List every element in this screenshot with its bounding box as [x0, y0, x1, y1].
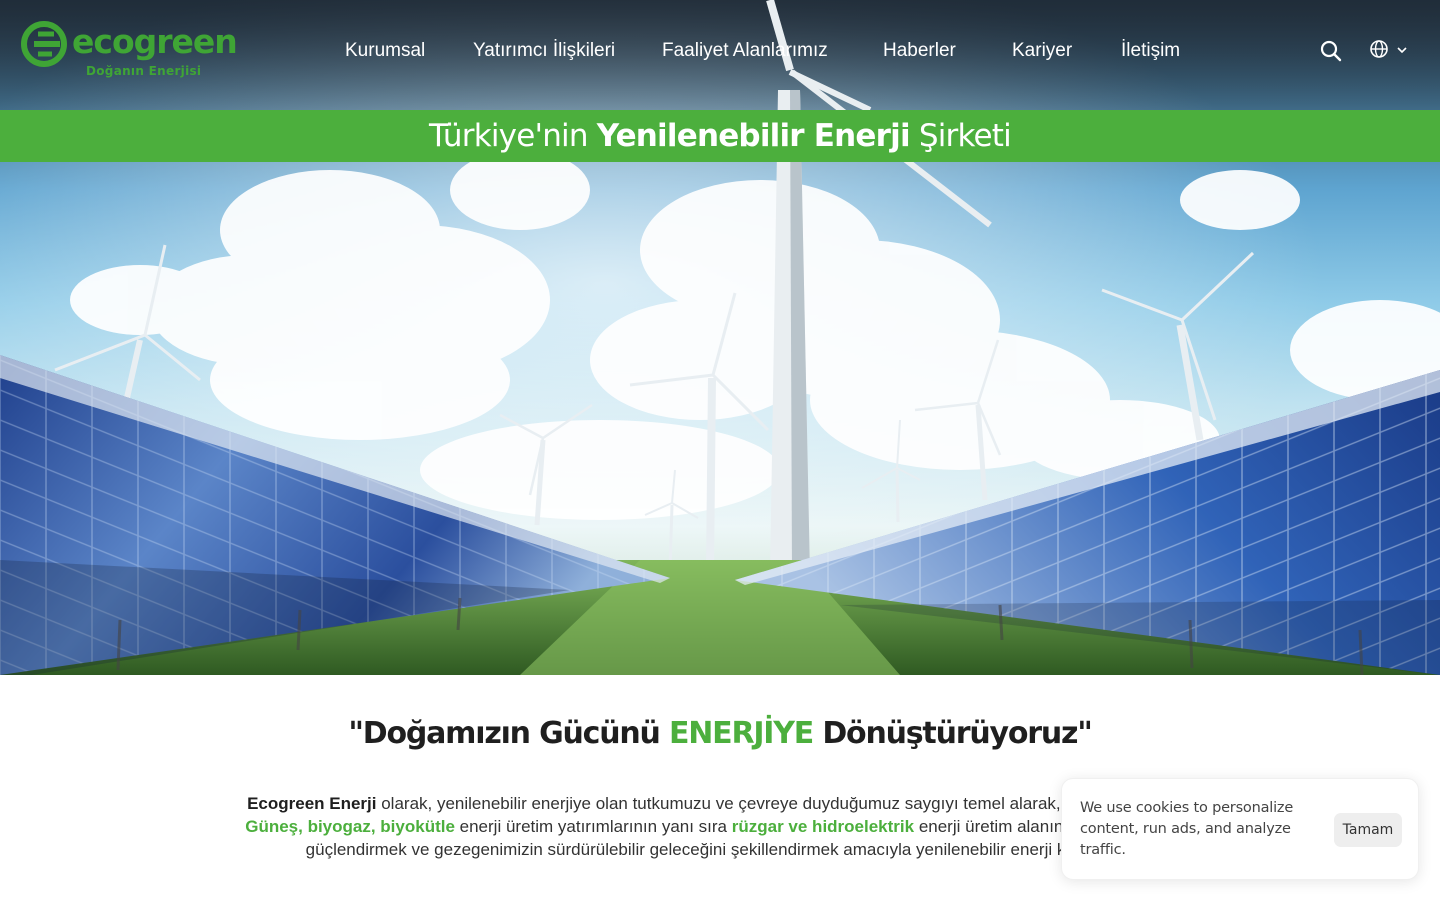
chevron-down-icon [1397, 47, 1407, 54]
banner-suffix: Şirketi [909, 118, 1012, 154]
globe-icon [1370, 40, 1388, 58]
search-icon [1320, 40, 1342, 62]
banner-heading: Türkiye'nin Yenilenebilir Enerji Şirketi [429, 118, 1012, 154]
banner-emphasis: Yenilenebilir Enerji [596, 118, 911, 154]
nav-item-kurumsal[interactable]: Kurumsal [345, 38, 425, 64]
ecogreen-e-logo-icon [21, 21, 67, 67]
slogan-before: "Doğamızın Gücünü [348, 716, 669, 751]
site-header: ecogreen Doğanın Enerjisi Kurumsal Yatır… [0, 0, 1440, 110]
nav-item-careers[interactable]: Kariyer [1012, 38, 1072, 64]
brand-tagline: Doğanın Enerjisi [86, 64, 202, 78]
section-slogan: "Doğamızın Gücünü ENERJİYE Dönüştürüyoru… [0, 712, 1440, 756]
intro-highlight-solar: Güneş, biyogaz, biyokütle [245, 817, 455, 836]
tagline-banner: Türkiye'nin Yenilenebilir Enerji Şirketi [0, 110, 1440, 162]
nav-item-contact[interactable]: İletişim [1121, 38, 1180, 64]
brand-logo[interactable]: ecogreen Doğanın Enerjisi [20, 18, 238, 84]
slogan-after: Dönüştürüyoruz" [813, 716, 1093, 751]
intro-line-2-text-1: enerji üretim yatırımlarının yanı sıra [454, 817, 732, 836]
nav-item-investor-relations[interactable]: Yatırımcı İlişkileri [473, 38, 615, 64]
intro-highlight-wind: rüzgar ve hidroelektrik [731, 817, 915, 836]
brand-name: ecogreen [72, 22, 238, 61]
banner-prefix: Türkiye'nin [429, 118, 597, 154]
cookie-accept-button[interactable]: Tamam [1334, 813, 1402, 847]
search-button[interactable] [1318, 38, 1344, 64]
cookie-consent-popup: We use cookies to personalize content, r… [1061, 778, 1419, 880]
nav-item-news[interactable]: Haberler [883, 38, 956, 64]
slogan-accent: ENERJİYE [668, 716, 814, 751]
cookie-message: We use cookies to personalize content, r… [1080, 800, 1294, 858]
language-selector[interactable] [1368, 36, 1412, 62]
nav-item-activity-areas[interactable]: Faaliyet Alanlarımız [662, 38, 828, 64]
intro-company-name: Ecogreen Enerji [247, 794, 377, 813]
